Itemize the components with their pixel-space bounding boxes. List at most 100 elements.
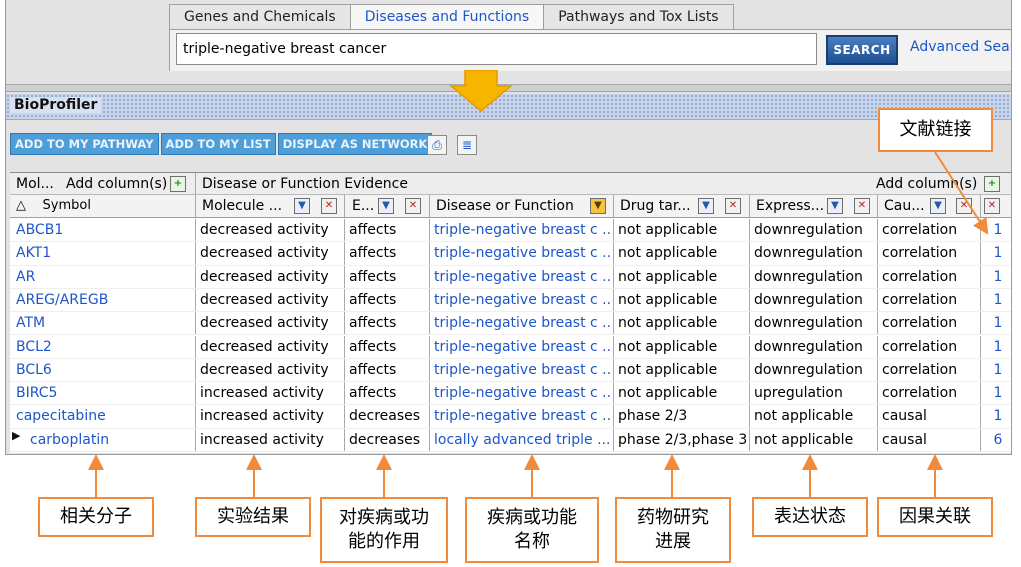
table-row: BCL6 decreased activity affects triple-nega…: [10, 358, 1011, 383]
cell-symbol[interactable]: ABCB1: [14, 219, 194, 241]
group-molecule-label: Mol...: [16, 176, 54, 192]
table-row: AR decreased activity affects triple-negati…: [10, 265, 1011, 289]
cell-molecule: decreased activity: [200, 222, 329, 238]
tab-diseases-and-functions[interactable]: Diseases and Functions: [349, 4, 545, 30]
annotation-causality: 因果关联: [877, 497, 993, 537]
header-expression[interactable]: Express...: [754, 195, 828, 217]
cell-expression: downregulation: [754, 245, 863, 262]
cell-reference-count[interactable]: 1: [983, 336, 1011, 358]
cell-effect: affects: [349, 245, 397, 262]
filter-icon[interactable]: ▼: [827, 198, 843, 214]
cell-reference-count[interactable]: 1: [983, 312, 1011, 334]
cell-disease-or-function[interactable]: triple-negative breast c ...: [432, 359, 612, 381]
tab-pathways-and-tox-lists[interactable]: Pathways and Tox Lists: [543, 4, 734, 30]
cell-causal: correlation: [882, 222, 958, 238]
filter-icon[interactable]: ▼: [698, 198, 714, 214]
filter-icon[interactable]: ▼: [294, 198, 310, 214]
cell-reference-count[interactable]: 1: [983, 219, 1011, 241]
cell-symbol[interactable]: capecitabine: [14, 405, 194, 427]
header-causal[interactable]: Cau...: [882, 195, 928, 217]
cell-molecule: decreased activity: [200, 291, 329, 308]
cell-molecule: increased activity: [200, 385, 324, 402]
cell-drug-target: not applicable: [618, 245, 718, 262]
cell-causal: correlation: [882, 361, 958, 378]
cell-symbol[interactable]: BIRC5: [14, 382, 194, 404]
cell-disease-or-function[interactable]: triple-negative breast c ...: [432, 289, 612, 311]
filter-active-icon[interactable]: ▼: [590, 198, 606, 214]
table-row: ATM decreased activity affects triple-negat…: [10, 312, 1011, 336]
cell-symbol[interactable]: carboplatin: [14, 429, 194, 451]
cell-reference-count[interactable]: 1: [983, 289, 1011, 311]
header-disease-or-function[interactable]: Disease or Function: [434, 195, 586, 217]
header-effect[interactable]: E...: [350, 195, 378, 217]
header-symbol[interactable]: Symbol: [43, 198, 91, 213]
cell-disease-or-function[interactable]: triple-negative breast c ...: [432, 242, 612, 264]
cell-reference-count[interactable]: 1: [983, 359, 1011, 381]
cell-symbol[interactable]: ATM: [14, 312, 194, 334]
cell-disease-or-function[interactable]: locally advanced triple ...: [432, 429, 612, 451]
remove-column-icon[interactable]: ✕: [984, 198, 1000, 214]
advanced-search-link[interactable]: Advanced Search: [910, 39, 1011, 55]
cell-molecule: increased activity: [200, 431, 324, 448]
cell-causal: correlation: [882, 245, 958, 262]
cell-reference-count[interactable]: 1: [983, 242, 1011, 264]
cell-expression: not applicable: [754, 431, 854, 448]
display-as-network-button[interactable]: DISPLAY AS NETWORK: [277, 133, 433, 155]
remove-column-icon[interactable]: ✕: [725, 198, 741, 214]
annotation-effect-on-disease: 对疾病或功能的作用: [320, 497, 448, 563]
cell-molecule: decreased activity: [200, 315, 329, 332]
remove-column-icon[interactable]: ✕: [956, 198, 972, 214]
cell-drug-target: not applicable: [618, 338, 718, 355]
cell-causal: causal: [882, 431, 927, 448]
cell-reference-count[interactable]: 1: [983, 405, 1011, 427]
cell-disease-or-function[interactable]: triple-negative breast c ...: [432, 312, 612, 334]
cell-symbol[interactable]: BCL2: [14, 336, 194, 358]
filter-icon[interactable]: ▼: [930, 198, 946, 214]
add-columns-right[interactable]: Add column(s): [874, 173, 978, 194]
group-evidence-label: Disease or Function Evidence: [202, 176, 408, 192]
cell-reference-count[interactable]: 1: [983, 266, 1011, 288]
cell-drug-target: not applicable: [618, 291, 718, 308]
header-molecule[interactable]: Molecule ...: [200, 195, 294, 217]
cell-symbol[interactable]: AKT1: [14, 242, 194, 264]
expand-row-icon[interactable]: ▶: [12, 429, 20, 442]
toolbar: ADD TO MY PATHWAY ADD TO MY LIST DISPLAY…: [10, 133, 434, 157]
cell-effect: affects: [349, 268, 397, 285]
cell-causal: correlation: [882, 291, 958, 308]
search-button[interactable]: SEARCH: [826, 35, 898, 65]
search-input[interactable]: triple-negative breast cancer: [176, 33, 817, 65]
cell-disease-or-function[interactable]: triple-negative breast c ...: [432, 266, 612, 288]
add-to-my-list-button[interactable]: ADD TO MY LIST: [160, 133, 276, 155]
remove-column-icon[interactable]: ✕: [321, 198, 337, 214]
remove-column-icon[interactable]: ✕: [854, 198, 870, 214]
cell-disease-or-function[interactable]: triple-negative breast c ...: [432, 336, 612, 358]
header-drug-target[interactable]: Drug tar...: [618, 195, 698, 217]
remove-column-icon[interactable]: ✕: [405, 198, 421, 214]
cell-disease-or-function[interactable]: triple-negative breast c ...: [432, 405, 612, 427]
export-icon[interactable]: ⎙: [427, 135, 447, 155]
cell-causal: causal: [882, 408, 927, 425]
cell-disease-or-function[interactable]: triple-negative breast c ...: [432, 382, 612, 404]
cell-expression: not applicable: [754, 408, 854, 425]
cell-effect: decreases: [349, 431, 421, 448]
add-to-my-pathway-button[interactable]: ADD TO MY PATHWAY: [10, 133, 159, 155]
sort-icon[interactable]: △ Symbol: [14, 195, 194, 217]
cell-reference-count[interactable]: 6: [983, 429, 1011, 451]
add-column-right-icon[interactable]: +: [984, 176, 1000, 192]
add-columns-left[interactable]: Add column(s): [64, 173, 168, 194]
cell-symbol[interactable]: AR: [14, 266, 194, 288]
cell-symbol[interactable]: BCL6: [14, 359, 194, 381]
cell-molecule: decreased activity: [200, 338, 329, 355]
add-column-left-icon[interactable]: +: [170, 176, 186, 192]
cell-expression: downregulation: [754, 338, 863, 355]
annotation-expression-state: 表达状态: [752, 497, 868, 537]
copy-icon[interactable]: ≣: [457, 135, 477, 155]
cell-causal: correlation: [882, 385, 958, 402]
cell-reference-count[interactable]: 1: [983, 382, 1011, 404]
cell-molecule: decreased activity: [200, 361, 329, 378]
cell-expression: downregulation: [754, 222, 863, 238]
tab-genes-and-chemicals[interactable]: Genes and Chemicals: [169, 4, 351, 30]
filter-icon[interactable]: ▼: [378, 198, 394, 214]
cell-disease-or-function[interactable]: triple-negative breast c ...: [432, 219, 612, 241]
cell-symbol[interactable]: AREG/AREGB: [14, 289, 194, 311]
